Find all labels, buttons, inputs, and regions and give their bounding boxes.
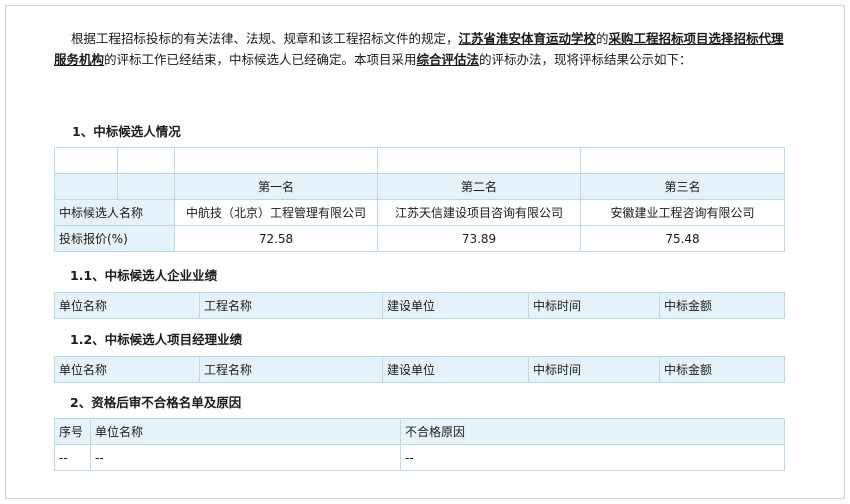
table-row: 中标候选人名称 中航技（北京）工程管理有限公司 江苏天信建设项目咨询有限公司 安…: [54, 199, 785, 226]
candidate-name-2: 江苏天信建设项目咨询有限公司: [377, 199, 581, 226]
col-header: 单位名称: [54, 356, 200, 383]
rank-2-header: 第二名: [377, 173, 581, 200]
table-row: -- -- --: [54, 444, 785, 471]
table-row: 单位名称 工程名称 建设单位 中标时间 中标金额: [54, 356, 785, 383]
col-header: 序号: [54, 418, 91, 445]
price-label: 投标报价(%): [54, 225, 175, 252]
candidate-name-1: 中航技（北京）工程管理有限公司: [174, 199, 378, 226]
col-header: 建设单位: [382, 292, 529, 319]
table-row: 投标报价(%) 72.58 73.89 75.48: [54, 225, 785, 252]
table-row: 序号 单位名称 不合格原因: [54, 418, 785, 445]
manager-performance-table: 单位名称 工程名称 建设单位 中标时间 中标金额: [54, 356, 785, 383]
col-header: 中标时间: [528, 292, 660, 319]
col-header: 单位名称: [54, 292, 200, 319]
name-label: 中标候选人名称: [54, 199, 175, 226]
section12-title: 1.2、中标候选人项目经理业绩: [70, 332, 243, 347]
school-name: 江苏省淮安体育运动学校: [458, 31, 597, 46]
candidate-price-2: 73.89: [377, 225, 581, 252]
candidate-price-1: 72.58: [174, 225, 378, 252]
col-header: 中标时间: [528, 356, 660, 383]
section2-title: 2、资格后审不合格名单及原因: [70, 395, 242, 410]
table-row: [54, 147, 785, 174]
row-unit: --: [90, 444, 401, 471]
rank-3-header: 第三名: [580, 173, 785, 200]
enterprise-performance-table: 单位名称 工程名称 建设单位 中标时间 中标金额: [54, 292, 785, 319]
col-header: 工程名称: [199, 292, 383, 319]
col-header: 不合格原因: [400, 418, 785, 445]
candidates-table: 第一名 第二名 第三名 中标候选人名称 中航技（北京）工程管理有限公司 江苏天信…: [54, 147, 785, 252]
section1-title: 1、中标候选人情况: [72, 124, 181, 139]
col-header: 工程名称: [199, 356, 383, 383]
disqualified-table: 序号 单位名称 不合格原因 -- -- --: [54, 418, 785, 471]
row-reason: --: [400, 444, 785, 471]
col-header: 中标金额: [659, 356, 785, 383]
col-header: 建设单位: [382, 356, 529, 383]
col-header: 单位名称: [90, 418, 401, 445]
row-seq: --: [54, 444, 91, 471]
intro-paragraph: 根据工程招标投标的有关法律、法规、规章和该工程招标文件的规定，江苏省淮安体育运动…: [54, 31, 784, 67]
col-header: 中标金额: [659, 292, 785, 319]
candidate-price-3: 75.48: [580, 225, 785, 252]
section11-title: 1.1、中标候选人企业业绩: [70, 268, 218, 283]
candidate-name-3: 安徽建业工程咨询有限公司: [580, 199, 785, 226]
table-row: 第一名 第二名 第三名: [54, 173, 785, 200]
rank-1-header: 第一名: [174, 173, 378, 200]
table-row: 单位名称 工程名称 建设单位 中标时间 中标金额: [54, 292, 785, 319]
evaluation-method: 综合评估法: [416, 52, 480, 67]
